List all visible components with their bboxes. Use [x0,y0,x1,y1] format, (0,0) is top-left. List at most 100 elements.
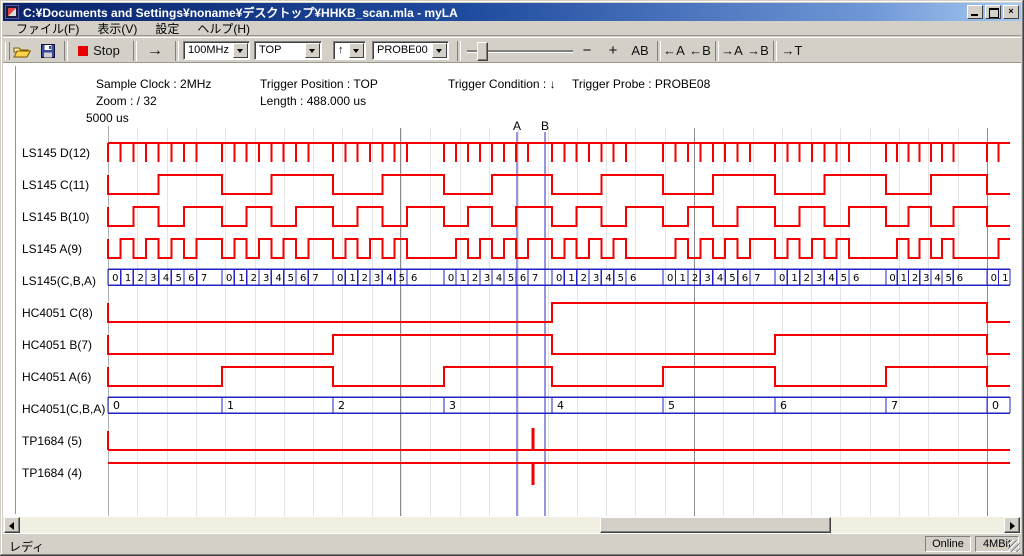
app-window: Sample Clock : 2MHz Trigger Position : T… [0,0,1024,556]
svg-text:0: 0 [779,273,785,284]
close-button[interactable]: × [1003,5,1019,19]
svg-text:2: 2 [692,273,698,284]
svg-text:7: 7 [312,273,318,284]
svg-text:1: 1 [679,273,685,284]
svg-text:7: 7 [754,273,760,284]
scroll-right-button[interactable] [1004,517,1020,533]
svg-text:3: 3 [923,273,929,284]
svg-text:4: 4 [496,273,502,284]
minimize-button[interactable] [967,5,983,19]
svg-text:6: 6 [300,273,306,284]
svg-text:5: 5 [618,273,624,284]
scroll-left-button[interactable] [4,517,20,533]
goto-marker-a-button[interactable]: →A [721,40,743,61]
zoom-ab-button[interactable]: AB [627,40,653,61]
toolbar-grip[interactable] [5,42,10,60]
zoom-out-button[interactable]: − [579,40,595,61]
zoom-slider-thumb[interactable] [477,42,488,61]
trigger-probe-select[interactable]: PROBE00 [372,41,449,60]
svg-text:6: 6 [630,273,636,284]
status-ready-text: レディ [9,538,44,555]
zoom-in-button[interactable]: + [605,40,621,61]
trigger-edge-value: ↑ [338,44,344,56]
dropdown-arrow-icon[interactable] [305,43,320,58]
run-button[interactable]: → [141,40,169,61]
app-icon [5,5,19,19]
svg-text:6: 6 [188,273,194,284]
svg-text:3: 3 [816,273,822,284]
svg-text:5: 5 [946,273,952,284]
svg-text:6: 6 [780,399,787,412]
svg-text:0: 0 [991,273,997,284]
status-online-badge: Online [925,536,971,552]
svg-text:6: 6 [957,273,963,284]
svg-text:3: 3 [704,273,710,284]
menu-file[interactable]: ファイル(F) [7,20,88,37]
goto-marker-b-button[interactable]: →B [747,40,769,61]
maximize-button[interactable] [985,5,1001,19]
svg-text:0: 0 [889,273,895,284]
menu-view[interactable]: 表示(V) [88,20,146,37]
dropdown-arrow-icon[interactable] [432,43,447,58]
svg-text:3: 3 [150,273,156,284]
svg-text:2: 2 [338,399,345,412]
toolbar-separator [657,41,661,61]
svg-text:3: 3 [484,273,490,284]
toolbar-separator [715,41,719,61]
menu-help[interactable]: ヘルプ(H) [188,20,259,37]
status-bar: レディ Online 4MBit [3,533,1021,553]
right-arrow-icon [1010,522,1015,530]
svg-text:5: 5 [841,273,847,284]
open-folder-icon [13,44,31,58]
svg-text:4: 4 [934,273,940,284]
zoom-slider[interactable] [467,50,573,52]
menu-settings[interactable]: 設定 [146,20,188,37]
sample-clock-select[interactable]: 100MHz [183,41,250,60]
svg-text:5: 5 [288,273,294,284]
svg-text:7: 7 [891,399,898,412]
resize-grip[interactable] [1008,540,1020,552]
set-marker-b-button[interactable]: ←B [689,40,711,61]
scrollbar-thumb[interactable] [600,517,831,533]
toolbar-separator [133,41,137,61]
svg-text:0: 0 [112,273,118,284]
svg-text:6: 6 [742,273,748,284]
svg-text:5: 5 [668,399,675,412]
svg-text:3: 3 [593,273,599,284]
svg-text:3: 3 [374,273,380,284]
set-marker-a-button[interactable]: ←A [663,40,685,61]
svg-text:5: 5 [729,273,735,284]
dropdown-arrow-icon[interactable] [233,43,248,58]
svg-text:5: 5 [399,273,405,284]
svg-text:5: 5 [175,273,181,284]
menu-bar: ファイル(F) 表示(V) 設定 ヘルプ(H) [3,21,1021,36]
svg-text:0: 0 [667,273,673,284]
svg-text:4: 4 [717,273,723,284]
toolbar-separator [773,41,777,61]
svg-text:2: 2 [581,273,587,284]
stop-label: Stop [93,43,120,58]
dropdown-arrow-icon[interactable] [349,43,364,58]
svg-text:7: 7 [201,273,207,284]
svg-text:2: 2 [472,273,478,284]
svg-text:4: 4 [386,273,392,284]
save-button[interactable] [37,40,59,61]
waveform-plot[interactable]: 0123456701234567012345601234567012345601… [0,0,1024,556]
svg-text:1: 1 [125,273,131,284]
svg-text:4: 4 [163,273,169,284]
horizontal-scrollbar[interactable] [3,517,1021,533]
svg-text:0: 0 [556,273,562,284]
svg-text:2: 2 [362,273,368,284]
open-file-button[interactable] [11,40,33,61]
svg-text:2: 2 [804,273,810,284]
svg-text:7: 7 [532,273,538,284]
svg-text:1: 1 [1002,273,1008,284]
goto-trigger-button[interactable]: →T [781,40,803,61]
stop-button[interactable]: Stop [71,40,127,61]
title-bar[interactable]: C:¥Documents and Settings¥noname¥デスクトップ¥… [3,3,1021,21]
toolbar-separator [175,41,179,61]
svg-text:4: 4 [605,273,611,284]
trigger-position-select[interactable]: TOP [254,41,322,60]
trigger-position-value: TOP [259,44,281,56]
trigger-edge-select[interactable]: ↑ [333,41,366,60]
